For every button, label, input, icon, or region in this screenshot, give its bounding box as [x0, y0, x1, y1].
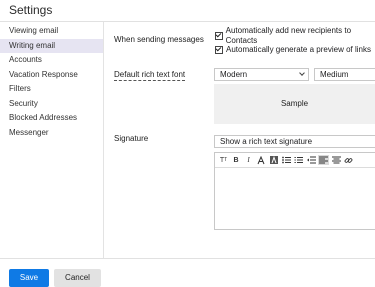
sidebar-item-filters[interactable]: Filters	[0, 82, 103, 97]
signature-label: Signature	[114, 134, 149, 143]
outdent-icon[interactable]	[306, 155, 317, 165]
align-center-icon[interactable]	[331, 155, 342, 165]
auto-add-contacts-option[interactable]: Automatically add new recipients to Cont…	[215, 26, 375, 45]
align-left-icon[interactable]	[318, 155, 329, 165]
link-icon[interactable]	[343, 155, 354, 165]
font-size-value: Medium	[320, 70, 349, 79]
cancel-button[interactable]: Cancel	[54, 269, 101, 287]
page-title: Settings	[9, 3, 53, 17]
auto-add-contacts-label: Automatically add new recipients to Cont…	[225, 26, 352, 45]
default-font-label: Default rich text font	[114, 70, 186, 81]
text-size-icon[interactable]: TT	[218, 155, 229, 165]
highlight-icon[interactable]	[268, 155, 279, 165]
sidebar-divider	[103, 22, 104, 258]
signature-text-area[interactable]	[215, 168, 375, 231]
italic-icon[interactable]: I	[243, 155, 254, 165]
sidebar-item-writing-email[interactable]: Writing email	[0, 38, 103, 53]
sidebar-item-vacation-response[interactable]: Vacation Response	[0, 68, 103, 83]
footer-divider	[0, 258, 375, 259]
chevron-down-icon	[299, 70, 305, 76]
auto-add-contacts-checkbox[interactable]	[215, 32, 223, 40]
signature-mode-select[interactable]: Show a rich text signature	[214, 135, 375, 148]
save-button[interactable]: Save	[9, 269, 49, 287]
signature-editor[interactable]: TT B I	[214, 152, 375, 230]
font-family-value: Modern	[220, 70, 248, 79]
signature-mode-value: Show a rich text signature	[220, 137, 313, 146]
header-divider	[0, 21, 375, 22]
numbered-list-icon[interactable]	[293, 155, 304, 165]
font-family-select[interactable]: Modern	[214, 68, 309, 81]
settings-sidebar: Viewing email Writing email Accounts Vac…	[0, 24, 103, 140]
link-preview-checkbox[interactable]	[215, 46, 223, 54]
default-font-label-text: Default rich text font	[114, 70, 186, 81]
sidebar-item-accounts[interactable]: Accounts	[0, 53, 103, 68]
sidebar-item-viewing-email[interactable]: Viewing email	[0, 24, 103, 39]
font-sample-preview: Sample	[214, 84, 375, 124]
signature-toolbar: TT B I	[215, 153, 375, 168]
bullet-list-icon[interactable]	[281, 155, 292, 165]
font-size-select[interactable]: Medium	[314, 68, 375, 81]
link-preview-label: Automatically generate a preview of link…	[226, 45, 371, 54]
sending-messages-label: When sending messages	[114, 35, 204, 44]
sidebar-item-messenger[interactable]: Messenger	[0, 126, 103, 141]
bold-icon[interactable]: B	[231, 155, 242, 165]
text-color-icon[interactable]	[256, 155, 267, 165]
sidebar-item-blocked-addresses[interactable]: Blocked Addresses	[0, 111, 103, 126]
link-preview-option[interactable]: Automatically generate a preview of link…	[215, 45, 371, 55]
sidebar-item-security[interactable]: Security	[0, 97, 103, 112]
